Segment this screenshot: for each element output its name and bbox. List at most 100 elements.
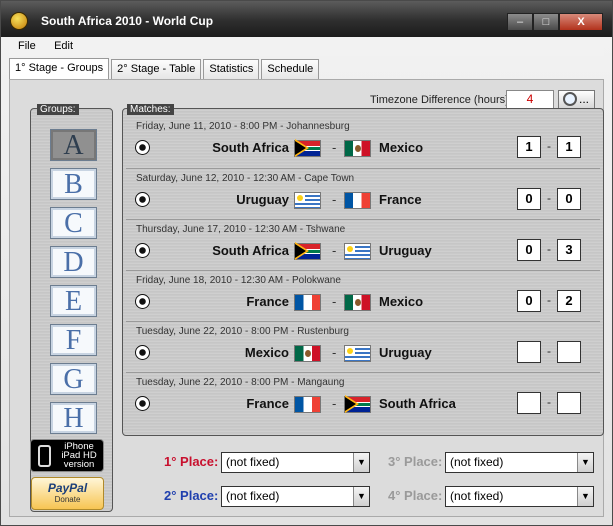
match-row: Saturday, June 12, 2010 - 12:30 AM - Cap… (126, 168, 600, 219)
away-team-name: Mexico (379, 294, 424, 309)
match-row: Tuesday, June 22, 2010 - 8:00 PM - Manga… (126, 372, 600, 423)
away-score-input[interactable]: 3 (557, 239, 581, 261)
maximize-button[interactable]: □ (533, 13, 559, 31)
flag-uy-icon (344, 243, 371, 260)
close-button[interactable]: X (559, 13, 603, 31)
place-1-dropdown[interactable]: (not fixed) ▼ (221, 452, 370, 473)
iphone-icon (38, 445, 51, 467)
group-button-a[interactable]: A (50, 129, 97, 161)
home-score-input[interactable]: 0 (517, 290, 541, 312)
group-button-b[interactable]: B (50, 168, 97, 200)
away-score-input[interactable]: 1 (557, 136, 581, 158)
place-2-label: 2° Place: (164, 488, 219, 503)
tab-schedule[interactable]: Schedule (261, 59, 320, 79)
place-1-value: (not fixed) (226, 455, 280, 469)
menu-bar: File Edit (9, 38, 604, 56)
versus-dash: - (332, 396, 337, 411)
home-team-name: South Africa (212, 140, 289, 155)
group-button-d[interactable]: D (50, 246, 97, 278)
place-4-value: (not fixed) (450, 489, 504, 503)
flag-za-icon (294, 242, 321, 260)
title-bar[interactable]: South Africa 2010 - World Cup – □ X (1, 1, 612, 37)
tab-statistics[interactable]: Statistics (203, 59, 260, 79)
clock-icon (563, 92, 577, 106)
paypal-logo: PayPal (47, 481, 88, 495)
tab-second-stage-table[interactable]: 2° Stage - Table (111, 59, 202, 79)
flag-za-icon (344, 395, 371, 413)
match-row: Thursday, June 17, 2010 - 12:30 AM - Tsh… (126, 219, 600, 270)
iphone-version-button[interactable]: iPhone iPad HD version (30, 439, 104, 472)
home-score-input[interactable] (517, 392, 541, 414)
away-score-input[interactable] (557, 392, 581, 414)
chevron-down-icon[interactable]: ▼ (577, 487, 593, 506)
match-date: Friday, June 18, 2010 - 12:30 AM - Polok… (136, 275, 341, 286)
home-score-input[interactable] (517, 341, 541, 363)
flag-uy-icon (344, 345, 371, 362)
versus-dash: - (332, 294, 337, 309)
group-button-c[interactable]: C (50, 207, 97, 239)
group-button-h[interactable]: H (50, 402, 97, 434)
place-3-dropdown[interactable]: (not fixed) ▼ (445, 452, 594, 473)
away-team-name: Uruguay (379, 345, 432, 360)
place-4-dropdown[interactable]: (not fixed) ▼ (445, 486, 594, 507)
score-dash: - (547, 344, 551, 358)
away-team-name: South Africa (379, 396, 456, 411)
iphone-line-3: version (63, 459, 95, 470)
tab-strip: 1° Stage - Groups 2° Stage - Table Stati… (9, 58, 321, 80)
home-team-name: France (246, 294, 289, 309)
group-button-f[interactable]: F (50, 324, 97, 356)
match-row: Friday, June 11, 2010 - 8:00 PM - Johann… (126, 117, 600, 168)
match-date: Friday, June 11, 2010 - 8:00 PM - Johann… (136, 121, 350, 132)
menu-file[interactable]: File (9, 38, 42, 52)
world-cup-app-icon (10, 12, 28, 30)
away-team-name: France (379, 192, 422, 207)
place-1-label: 1° Place: (164, 454, 219, 469)
place-2-dropdown[interactable]: (not fixed) ▼ (221, 486, 370, 507)
flag-fr-icon (344, 192, 371, 209)
place-3-value: (not fixed) (450, 455, 504, 469)
score-dash: - (547, 191, 551, 205)
match-row: Tuesday, June 22, 2010 - 8:00 PM - Ruste… (126, 321, 600, 372)
home-score-input[interactable]: 0 (517, 239, 541, 261)
score-dash: - (547, 139, 551, 153)
donate-label: Donate (54, 495, 81, 504)
group-button-g[interactable]: G (50, 363, 97, 395)
chevron-down-icon[interactable]: ▼ (353, 453, 369, 472)
away-team-name: Uruguay (379, 243, 432, 258)
home-team-name: Uruguay (236, 192, 289, 207)
matches-panel-label: Matches: (127, 104, 174, 115)
paypal-donate-button[interactable]: PayPal Donate (31, 477, 104, 510)
soccer-ball-icon (135, 396, 150, 411)
match-date: Saturday, June 12, 2010 - 12:30 AM - Cap… (136, 173, 355, 184)
minimize-button[interactable]: – (507, 13, 533, 31)
away-score-input[interactable] (557, 341, 581, 363)
home-score-input[interactable]: 0 (517, 188, 541, 210)
place-2-value: (not fixed) (226, 489, 280, 503)
app-window: South Africa 2010 - World Cup – □ X File… (0, 0, 613, 526)
away-score-input[interactable]: 2 (557, 290, 581, 312)
chevron-down-icon[interactable]: ▼ (577, 453, 593, 472)
versus-dash: - (332, 192, 337, 207)
group-button-e[interactable]: E (50, 285, 97, 317)
flag-za-icon (294, 139, 321, 157)
timezone-button-label: ... (579, 92, 590, 106)
away-score-input[interactable]: 0 (557, 188, 581, 210)
menu-edit[interactable]: Edit (45, 38, 79, 52)
groups-panel-label: Groups: (37, 104, 79, 115)
match-date: Tuesday, June 22, 2010 - 8:00 PM - Ruste… (136, 326, 349, 337)
flag-mx-icon (294, 345, 321, 362)
timezone-label: Timezone Difference (hours): (370, 94, 512, 106)
tab-first-stage-groups[interactable]: 1° Stage - Groups (9, 58, 110, 79)
match-date: Thursday, June 17, 2010 - 12:30 AM - Tsh… (136, 224, 346, 235)
place-3-label: 3° Place: (388, 454, 443, 469)
chevron-down-icon[interactable]: ▼ (353, 487, 369, 506)
match-row: Friday, June 18, 2010 - 12:30 AM - Polok… (126, 270, 600, 321)
home-score-input[interactable]: 1 (517, 136, 541, 158)
timezone-input[interactable]: 4 (506, 90, 554, 109)
home-team-name: Mexico (244, 345, 289, 360)
home-team-name: South Africa (212, 243, 289, 258)
versus-dash: - (332, 345, 337, 360)
timezone-settings-button[interactable]: ... (558, 90, 595, 109)
versus-dash: - (332, 140, 337, 155)
soccer-ball-icon (135, 140, 150, 155)
